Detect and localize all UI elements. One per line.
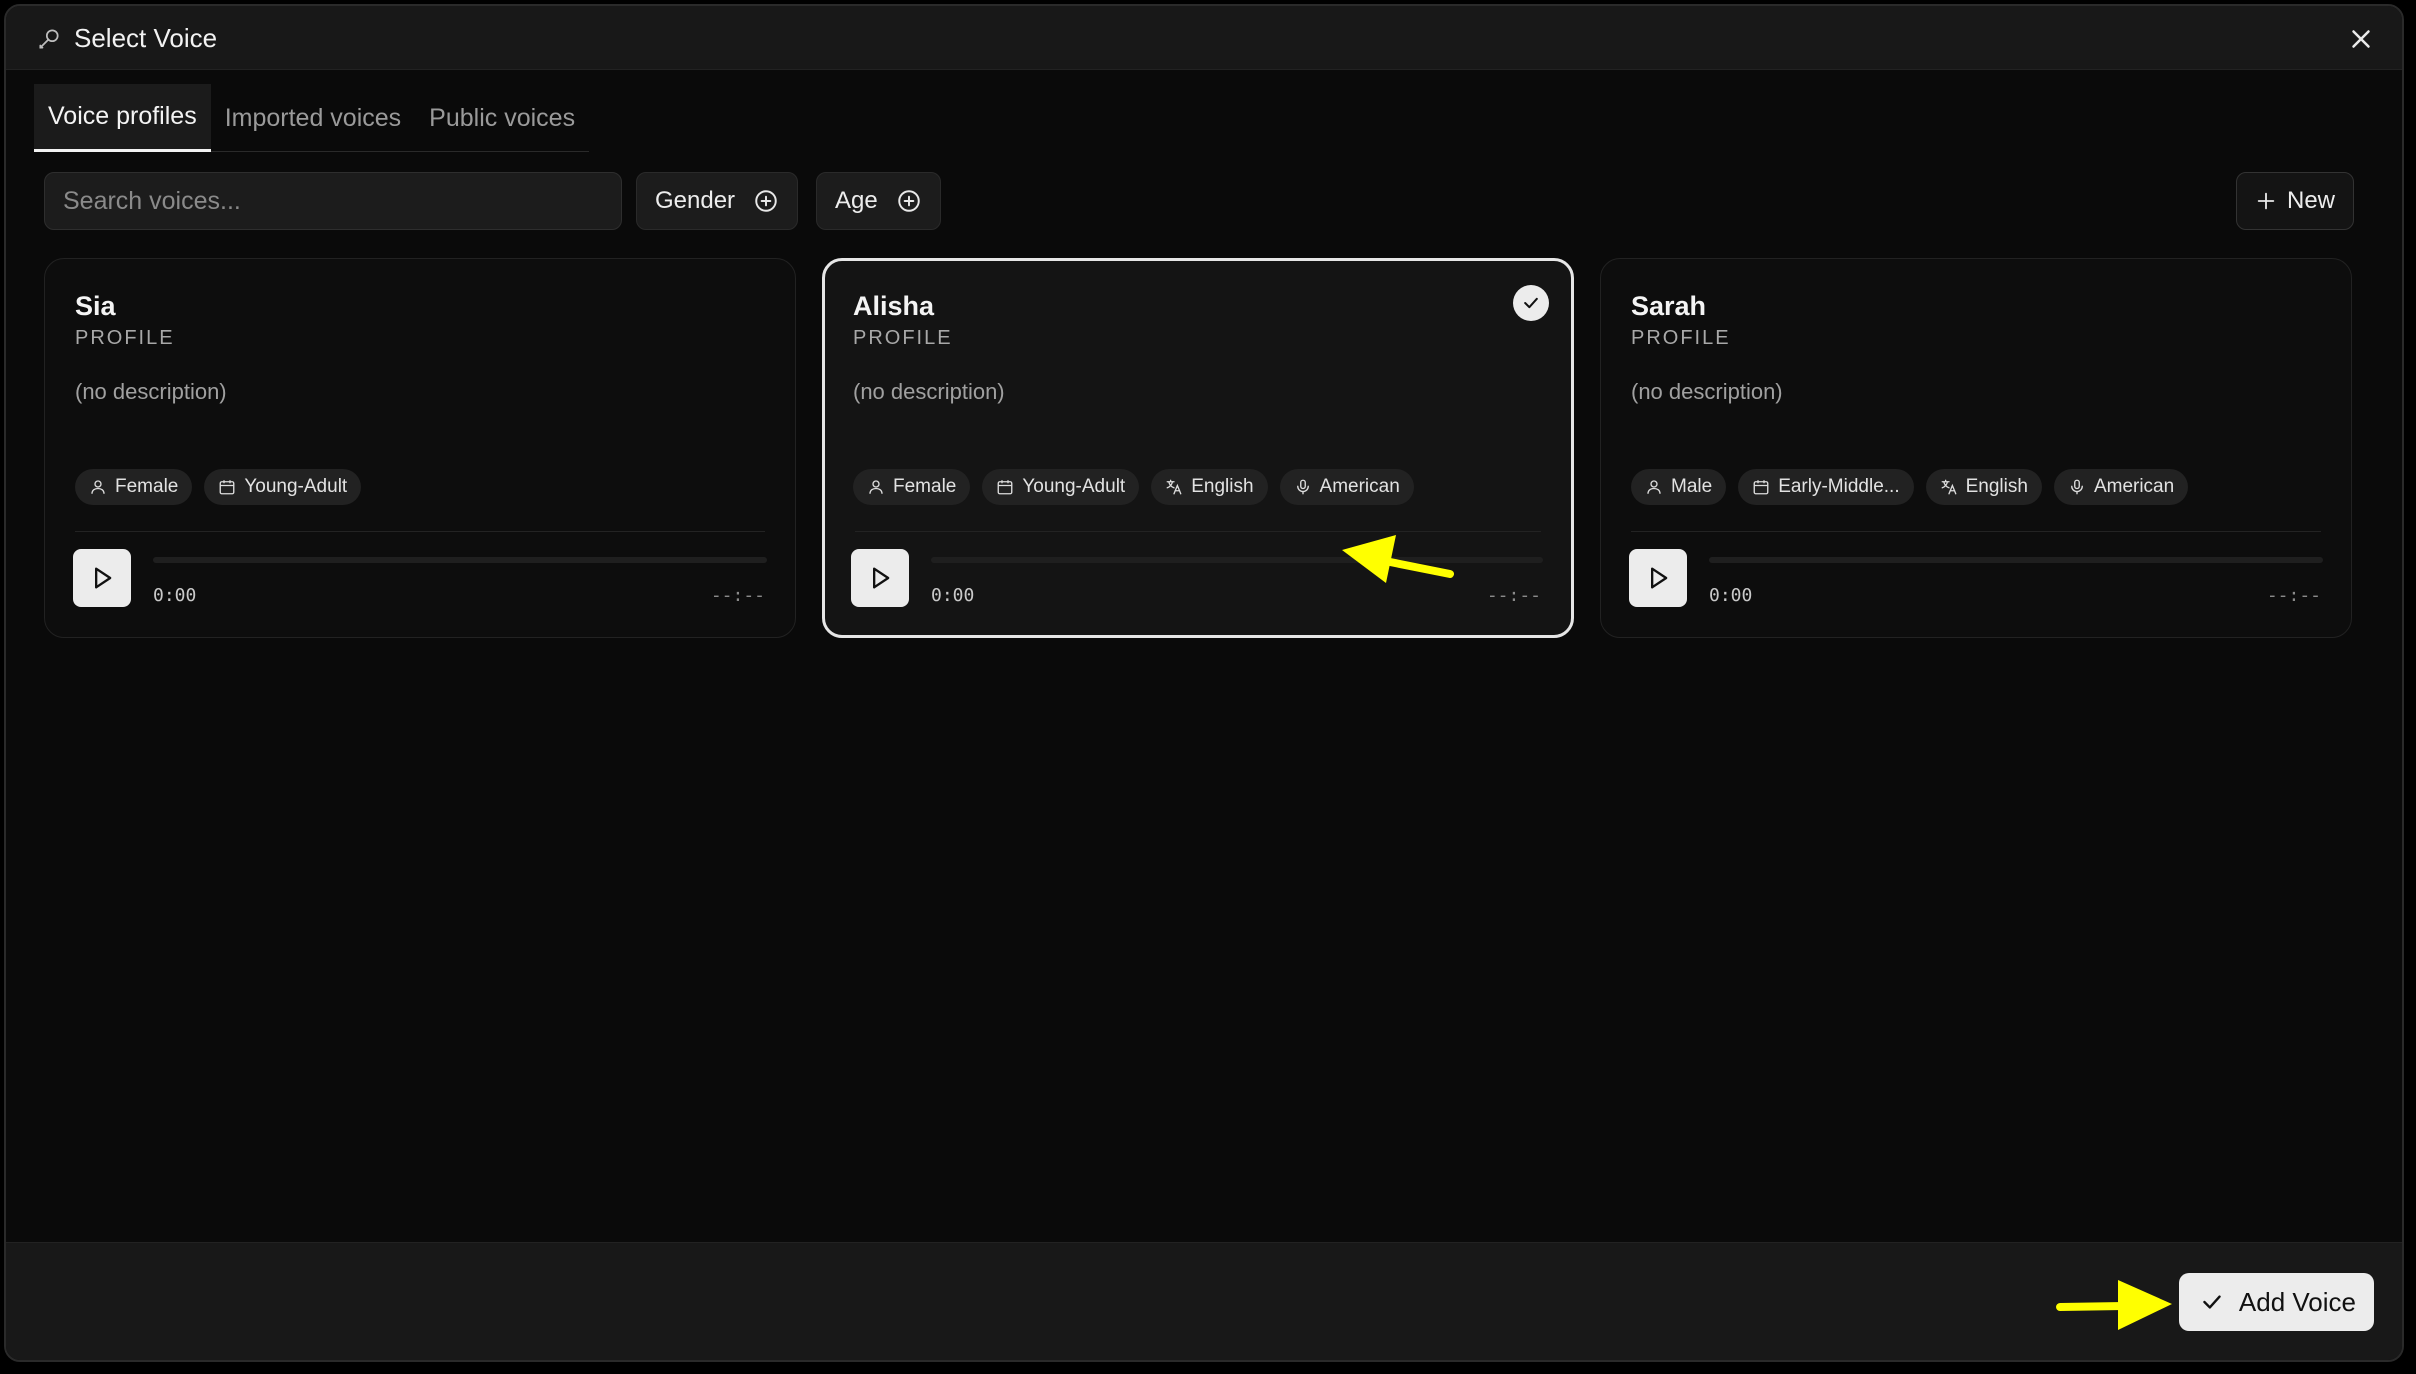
- voice-type: PROFILE: [853, 327, 953, 349]
- close-icon[interactable]: [2346, 24, 2376, 54]
- tag-language: English: [1151, 469, 1268, 505]
- play-icon: [873, 567, 890, 589]
- add-voice-label: Add Voice: [2238, 1286, 2356, 1317]
- person-icon: [1647, 480, 1661, 494]
- tag-label: English: [1965, 476, 2028, 497]
- gender-filter-label: Gender: [655, 187, 736, 214]
- dialog-titlebar: Select Voice: [6, 6, 2402, 70]
- play-button[interactable]: [851, 549, 909, 607]
- voice-description: (no description): [1631, 379, 1783, 404]
- tag-label: American: [1319, 476, 1400, 497]
- calendar-icon: [219, 480, 235, 495]
- audio-progress-track[interactable]: [153, 557, 767, 563]
- calendar-icon: [1753, 480, 1769, 495]
- voice-name: Sia: [75, 291, 116, 321]
- total-time: --:--: [2266, 585, 2321, 606]
- language-icon: [1941, 479, 1957, 495]
- gender-filter-button[interactable]: Gender: [636, 172, 799, 230]
- tag-label: Female: [115, 476, 179, 497]
- voice-tags: Female Young-Adult English American: [853, 469, 1414, 505]
- card-divider: [1631, 531, 2321, 532]
- voice-type: PROFILE: [1631, 327, 1731, 349]
- dialog-footer: Add Voice: [6, 1242, 2402, 1360]
- play-icon: [95, 567, 112, 589]
- plus-circle-icon: [897, 190, 920, 212]
- tag-label: American: [2093, 476, 2175, 497]
- tab-imported-voices[interactable]: Imported voices: [211, 84, 415, 152]
- tab-public-voices[interactable]: Public voices: [415, 84, 589, 152]
- calendar-icon: [997, 480, 1013, 495]
- plus-circle-icon: [755, 190, 777, 212]
- age-filter-label: Age: [835, 187, 878, 214]
- tag-age: Young-Adult: [982, 469, 1140, 505]
- new-voice-button[interactable]: New: [2235, 172, 2354, 230]
- tag-age: Early-Middle...: [1738, 469, 1914, 505]
- voice-tags: Female Young-Adult: [75, 469, 362, 505]
- tag-age: Young-Adult: [204, 469, 362, 505]
- selected-check-icon: [1513, 285, 1549, 321]
- check-icon: [2203, 1295, 2221, 1309]
- voice-description: (no description): [853, 379, 1005, 404]
- tag-gender: Female: [853, 469, 971, 505]
- voice-card-alisha[interactable]: Alisha PROFILE (no description) Female Y…: [822, 258, 1574, 638]
- plus-icon: [2257, 192, 2275, 210]
- person-icon: [91, 480, 105, 494]
- language-icon: [1166, 479, 1182, 495]
- play-icon: [1651, 567, 1668, 589]
- add-voice-button[interactable]: Add Voice: [2178, 1273, 2374, 1331]
- card-divider: [75, 531, 765, 532]
- audio-progress-track[interactable]: [931, 557, 1543, 563]
- total-time: --:--: [710, 585, 765, 606]
- microphone-icon: [2071, 479, 2083, 495]
- voice-tabs: Voice profiles Imported voices Public vo…: [34, 84, 590, 152]
- tag-label: Early-Middle...: [1778, 476, 1900, 497]
- microphone-icon: [1296, 479, 1309, 495]
- voice-tags: Male Early-Middle... English American: [1631, 469, 2189, 505]
- tag-language: English: [1925, 469, 2042, 505]
- tag-label: Young-Adult: [244, 476, 348, 497]
- select-voice-dialog: Select Voice Voice profiles Imported voi…: [4, 4, 2404, 1362]
- tag-label: Female: [893, 476, 957, 497]
- tag-gender: Male: [1631, 469, 1727, 505]
- voice-name: Alisha: [853, 291, 935, 321]
- voice-description: (no description): [75, 379, 227, 404]
- filter-toolbar: Gender Age New: [44, 170, 2354, 232]
- new-voice-label: New: [2286, 187, 2335, 214]
- current-time: 0:00: [1709, 585, 1753, 606]
- voice-card-sarah[interactable]: Sarah PROFILE (no description) Male Earl…: [1600, 258, 2352, 638]
- tag-gender: Female: [75, 469, 193, 505]
- tab-voice-profiles[interactable]: Voice profiles: [34, 84, 211, 152]
- tag-label: English: [1191, 476, 1254, 497]
- current-time: 0:00: [153, 585, 197, 606]
- play-button[interactable]: [1629, 549, 1687, 607]
- voice-name: Sarah: [1631, 291, 1707, 321]
- voice-type: PROFILE: [75, 327, 175, 349]
- total-time: --:--: [1486, 585, 1541, 606]
- play-button[interactable]: [73, 549, 131, 607]
- card-divider: [855, 531, 1541, 532]
- tag-accent: American: [2053, 469, 2189, 505]
- age-filter-button[interactable]: Age: [816, 172, 941, 230]
- dialog-title: Select Voice: [74, 23, 218, 53]
- tag-label: Young-Adult: [1022, 476, 1126, 497]
- person-icon: [869, 480, 883, 494]
- voice-card-sia[interactable]: Sia PROFILE (no description) Female Youn…: [44, 258, 796, 638]
- audio-progress-track[interactable]: [1709, 557, 2323, 563]
- tag-label: Male: [1671, 476, 1713, 497]
- microphone-icon: [39, 29, 59, 49]
- current-time: 0:00: [931, 585, 975, 606]
- search-input[interactable]: [44, 172, 622, 230]
- tag-accent: American: [1279, 469, 1414, 505]
